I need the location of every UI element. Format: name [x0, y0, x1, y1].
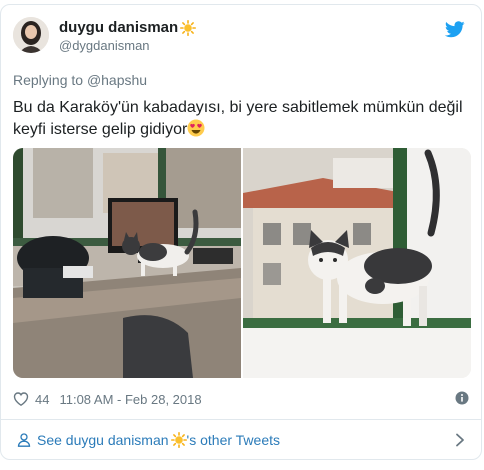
footer-prefix[interactable]: See duygu danisman: [37, 432, 169, 448]
info-icon[interactable]: [455, 391, 469, 405]
heart-icon[interactable]: [13, 391, 29, 407]
heart-eyes-emoji-icon: [187, 119, 205, 137]
tweet-card: duygu danisman @dygdanisman Replying to …: [0, 4, 482, 460]
footer-divider: [1, 419, 481, 420]
cat-on-desk-photo[interactable]: [13, 148, 241, 378]
replying-prefix: Replying to: [13, 72, 84, 88]
media-gallery: [13, 148, 471, 378]
reply-to-link[interactable]: @hapshu: [87, 72, 147, 88]
person-icon: [17, 433, 31, 447]
see-other-tweets-link[interactable]: See duygu danisman 's other Tweets: [13, 429, 469, 451]
tweet-text: Bu da Karaköy'ün kabadayısı, bi yere sab…: [13, 97, 463, 141]
tweet-line-2: keyfi isterse gelip gidiyor: [13, 121, 188, 138]
user-handle[interactable]: @dygdanisman: [59, 37, 196, 54]
tweet-header: duygu danisman @dygdanisman: [13, 13, 469, 63]
twitter-bird-icon[interactable]: [445, 21, 465, 38]
chevron-right-icon[interactable]: [455, 433, 465, 447]
sun-emoji-icon: [180, 20, 197, 36]
tweet-meta: 44 11:08 AM - Feb 28, 2018: [13, 389, 469, 409]
avatar[interactable]: [13, 17, 49, 53]
like-count[interactable]: 44: [35, 392, 49, 407]
sun-emoji-icon: [170, 432, 187, 448]
cat-on-windowsill-photo[interactable]: [243, 148, 471, 378]
timestamp[interactable]: 11:08 AM - Feb 28, 2018: [59, 392, 201, 407]
display-name[interactable]: duygu danisman: [59, 19, 178, 37]
tweet-line-2-row: keyfi isterse gelip gidiyor: [13, 119, 463, 141]
display-name-row[interactable]: duygu danisman: [59, 19, 197, 37]
footer-suffix[interactable]: 's other Tweets: [187, 432, 280, 448]
tweet-line-1: Bu da Karaköy'ün kabadayısı, bi yere sab…: [13, 99, 463, 116]
user-names: duygu danisman @dygdanisman: [59, 19, 197, 54]
replying-to: Replying to @hapshu: [13, 72, 147, 88]
